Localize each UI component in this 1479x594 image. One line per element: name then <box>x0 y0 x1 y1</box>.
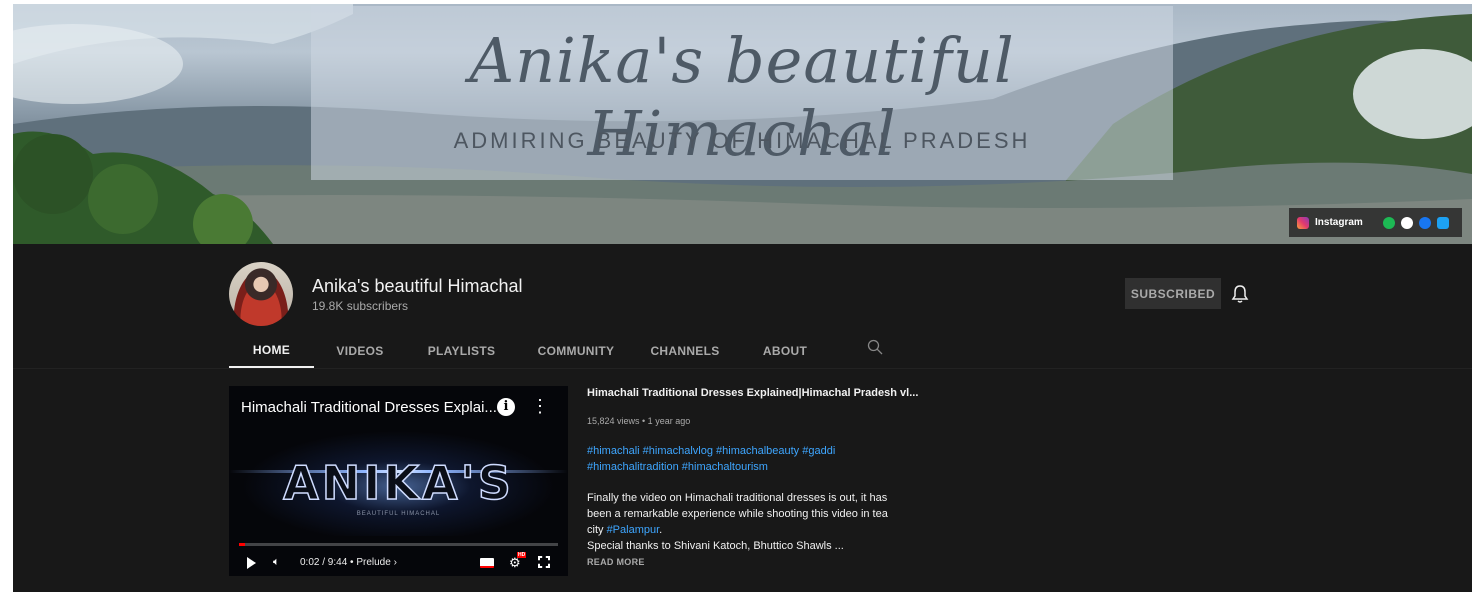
description-text: . <box>659 524 663 536</box>
subscribed-button[interactable]: SUBSCRIBED <box>1125 278 1221 309</box>
chapter-label[interactable]: • Prelude <box>350 557 391 568</box>
channel-search-icon[interactable] <box>867 339 883 355</box>
description-text: city <box>587 524 607 536</box>
channel-tabs: HOME VIDEOS PLAYLISTS COMMUNITY CHANNELS… <box>229 334 835 368</box>
chevron-right-icon[interactable]: › <box>394 557 397 568</box>
time-elapsed: 0:02 / 9:44 <box>300 557 348 568</box>
video-title[interactable]: Himachali Traditional Dresses Explained|… <box>587 387 918 399</box>
channel-avatar[interactable] <box>229 262 293 326</box>
video-description: Finally the video on Himachali tradition… <box>587 490 907 554</box>
volume-icon[interactable]: 🔈︎ <box>273 556 280 569</box>
banner-title-panel: Anika's beautiful Himachal ADMIRING BEAU… <box>311 6 1173 180</box>
more-menu-icon[interactable]: ⋮ <box>531 396 549 416</box>
video-hashtags: #himachali #himachalvlog #himachalbeauty… <box>587 443 907 475</box>
description-line: city #Palampur. <box>587 522 907 538</box>
tab-community[interactable]: COMMUNITY <box>517 334 635 368</box>
banner-subtitle: ADMIRING BEAUTY OF HIMACHAL PRADESH <box>453 128 1031 153</box>
read-more-link[interactable]: READ MORE <box>587 557 645 567</box>
video-meta: 15,824 views • 1 year ago <box>587 416 691 426</box>
hashtags-line[interactable]: #himachalitradition #himachaltourism <box>587 459 907 475</box>
notification-bell-icon[interactable] <box>1231 284 1249 304</box>
progress-bar[interactable] <box>239 543 558 546</box>
tab-videos[interactable]: VIDEOS <box>314 334 406 368</box>
twitter-icon[interactable] <box>1436 216 1449 229</box>
hashtags-line[interactable]: #himachali #himachalvlog #himachalbeauty… <box>587 443 907 459</box>
player-title[interactable]: Himachali Traditional Dresses Explai... <box>241 399 497 416</box>
tab-home[interactable]: HOME <box>229 334 314 368</box>
hd-badge: HD <box>517 552 527 558</box>
featured-video-player[interactable]: ANIKA'S BEAUTIFUL HIMACHAL Himachali Tra… <box>229 386 568 576</box>
instagram-icon[interactable] <box>1297 216 1309 229</box>
tab-about[interactable]: ABOUT <box>735 334 835 368</box>
google-icon[interactable] <box>1400 216 1413 229</box>
info-icon[interactable]: i <box>497 398 515 416</box>
description-line: Special thanks to Shivani Katoch, Bhutti… <box>587 540 844 552</box>
instagram-link[interactable]: Instagram <box>1315 217 1363 228</box>
progress-fill <box>239 543 246 546</box>
video-logo-subtitle: BEAUTIFUL HIMACHAL <box>356 511 441 517</box>
palampur-hashtag-link[interactable]: #Palampur <box>607 524 660 536</box>
facebook-icon[interactable] <box>1418 216 1431 229</box>
channel-name: Anika's beautiful Himachal <box>312 276 523 296</box>
tab-playlists[interactable]: PLAYLISTS <box>406 334 517 368</box>
fullscreen-icon[interactable] <box>538 556 550 568</box>
play-icon[interactable] <box>247 557 256 569</box>
channel-banner: Anika's beautiful Himachal ADMIRING BEAU… <box>13 4 1472 244</box>
subtitles-icon[interactable] <box>480 558 494 568</box>
description-line: been a remarkable experience while shoot… <box>587 508 888 520</box>
social-links-bar: Instagram <box>1289 208 1462 237</box>
youtube-channel-page: Anika's beautiful Himachal ADMIRING BEAU… <box>13 4 1472 592</box>
time-display: 0:02 / 9:44 • Prelude › <box>300 557 397 568</box>
tab-channels[interactable]: CHANNELS <box>635 334 735 368</box>
video-logo-text: ANIKA'S <box>282 455 514 511</box>
subscriber-count: 19.8K subscribers <box>312 299 409 313</box>
description-line: Finally the video on Himachali tradition… <box>587 492 888 504</box>
player-controls: 🔈︎ 0:02 / 9:44 • Prelude › ⚙ HD <box>229 552 568 574</box>
spotify-icon[interactable] <box>1382 216 1395 229</box>
